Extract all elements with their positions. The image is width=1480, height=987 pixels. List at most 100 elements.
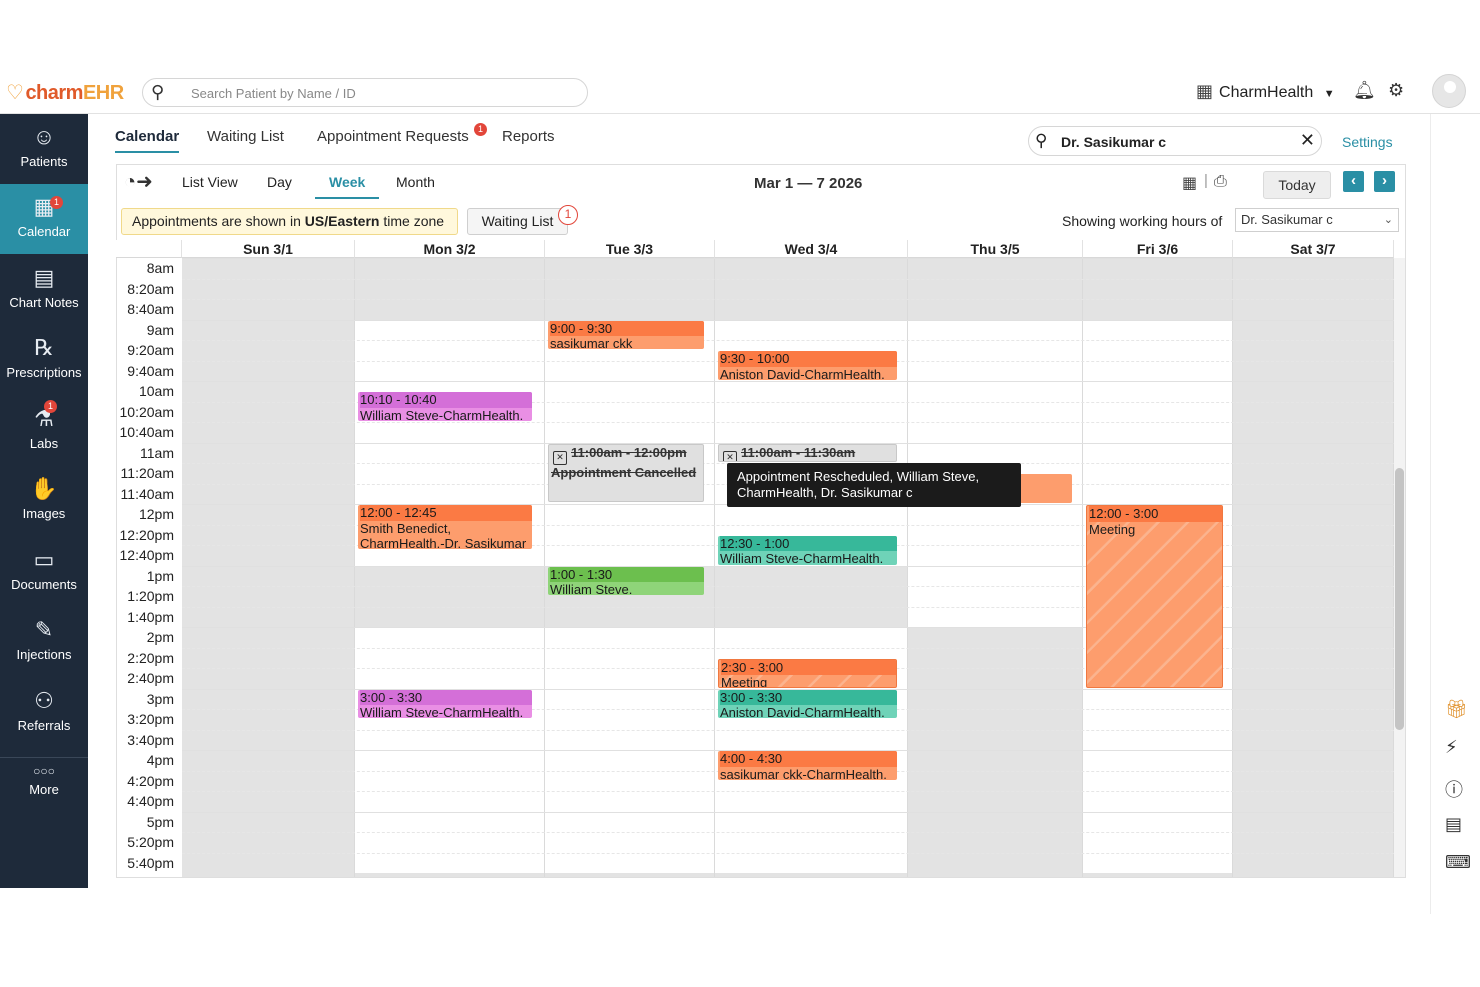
non-working-slot	[182, 524, 354, 546]
sidebar-item-patients[interactable]: ☺ Patients	[0, 114, 88, 184]
non-working-slot	[1233, 627, 1393, 648]
time-gridline	[182, 299, 1394, 300]
refresh-time-icon[interactable]: ◔➜	[124, 169, 153, 194]
org-switcher[interactable]: ▦ CharmHealth ▼	[1196, 81, 1335, 102]
gear-icon[interactable]: ⚙	[1388, 80, 1404, 101]
day-column[interactable]	[1233, 258, 1394, 877]
non-working-slot	[1233, 811, 1393, 833]
tab-week[interactable]: Week	[315, 174, 380, 199]
time-label: 10:40am	[119, 424, 174, 440]
tab-month[interactable]: Month	[396, 174, 435, 190]
keyboard-icon[interactable]: ⌨	[1445, 852, 1471, 873]
non-working-slot	[182, 873, 354, 877]
appointment-block[interactable]: 3:00 - 3:30 William Steve-CharmHealth.	[358, 689, 532, 719]
day-header[interactable]: Thu 3/5	[908, 240, 1083, 258]
tab-waiting-list[interactable]: Waiting List	[207, 128, 284, 145]
plug-icon[interactable]: ⚡	[1445, 737, 1458, 758]
help-icon[interactable]: ⓘ	[1445, 776, 1463, 802]
tab-list-view[interactable]: List View	[182, 174, 238, 190]
day-column[interactable]	[908, 258, 1083, 877]
tab-day[interactable]: Day	[267, 174, 292, 190]
more-icon: ○○○	[33, 764, 55, 778]
non-working-slot	[908, 770, 1082, 792]
non-working-slot	[908, 709, 1082, 730]
appointment-block[interactable]: ✕ 11:00am - 11:30am	[718, 443, 897, 462]
non-working-slot	[1233, 278, 1393, 300]
provider-search-input[interactable]: ⚲ Dr. Sasikumar c ✕	[1028, 126, 1322, 156]
appointment-block[interactable]: 1:00 - 1:30 William Steve.	[548, 566, 704, 596]
day-header[interactable]: Sat 3/7	[1233, 240, 1394, 258]
sidebar-item-referrals[interactable]: ⚇ Referrals	[0, 678, 88, 748]
day-column[interactable]	[355, 258, 545, 877]
appointment-requests-badge: 1	[474, 123, 487, 136]
appointment-block[interactable]: 12:30 - 1:00 William Steve-CharmHealth.	[718, 535, 897, 565]
building-icon: ▦	[1196, 81, 1214, 101]
day-header[interactable]: Fri 3/6	[1083, 240, 1233, 258]
waiting-list-button[interactable]: Waiting List	[467, 208, 568, 235]
appointment-block[interactable]: 12:00 - 3:00 Meeting	[1086, 505, 1223, 688]
charm-ehr-logo[interactable]: ♡ charmEHR	[6, 80, 124, 105]
appointment-block[interactable]: 3:00 - 3:30 Aniston David-CharmHealth.	[718, 689, 897, 719]
prev-week-button[interactable]: ‹	[1343, 171, 1364, 192]
sidebar-item-labs[interactable]: ⚗ 1 Labs	[0, 396, 88, 466]
time-gridline	[182, 852, 1394, 854]
grid-scroll-thumb[interactable]	[1395, 468, 1404, 730]
time-gridline	[182, 791, 1394, 792]
sidebar-item-calendar[interactable]: ▦ 1 Calendar	[0, 184, 88, 254]
week-grid: Sun 3/1 Mon 3/2 Tue 3/3 Wed 3/4 Thu 3/5 Fri 3…	[116, 240, 1394, 877]
non-working-slot	[1233, 299, 1393, 320]
non-working-slot	[182, 647, 354, 669]
time-label: 4pm	[146, 752, 174, 768]
bell-icon[interactable]: 🔔︎	[1353, 80, 1376, 101]
appointment-block[interactable]: ✕ 11:00am - 12:00pm Appointment Cancelled	[548, 443, 704, 502]
tab-calendar[interactable]: Calendar	[115, 128, 180, 153]
appointment-block[interactable]: 10:10 - 10:40 William Steve-CharmHealth.	[358, 392, 532, 421]
non-working-slot	[1233, 442, 1393, 464]
appointment-block[interactable]: 12:00 - 12:45 Smith Benedict, CharmHealth…	[358, 505, 532, 550]
settings-link[interactable]: Settings	[1342, 134, 1393, 150]
non-working-slot	[182, 565, 354, 587]
next-week-button[interactable]: ›	[1374, 171, 1395, 192]
day-header[interactable]: Wed 3/4	[715, 240, 908, 258]
time-gridline	[182, 832, 1394, 833]
appointment-block[interactable]: 4:00 - 4:30 sasikumar ckk-CharmHealth.	[718, 751, 897, 780]
close-icon[interactable]: ✕	[1300, 130, 1315, 151]
sidebar-item-documents[interactable]: ▭ Documents	[0, 537, 88, 607]
day-column[interactable]	[182, 258, 355, 877]
tab-appointment-requests[interactable]: Appointment Requests	[317, 128, 469, 145]
sidebar-item-chart-notes[interactable]: ▤ Chart Notes	[0, 255, 88, 325]
non-working-slot	[182, 422, 354, 443]
patient-search-placeholder: Search Patient by Name / ID	[191, 86, 356, 101]
sidebar-item-injections[interactable]: ✎ Injections	[0, 607, 88, 677]
calendar-picker-icon[interactable]: ▦	[1182, 173, 1197, 193]
print-icon[interactable]: ⎙	[1214, 173, 1227, 191]
day-header[interactable]: Sun 3/1	[182, 240, 355, 258]
today-button[interactable]: Today	[1263, 171, 1331, 199]
non-working-slot	[908, 627, 1082, 648]
day-header[interactable]: Tue 3/3	[545, 240, 715, 258]
non-working-slot	[715, 565, 907, 587]
tab-reports[interactable]: Reports	[502, 128, 555, 145]
appointment-text: William Steve-CharmHealth.	[720, 551, 884, 565]
appointment-block[interactable]: 9:00 - 9:30 sasikumar ckk	[548, 320, 704, 350]
non-working-slot	[715, 606, 907, 628]
layout-icon[interactable]: ▤	[1445, 814, 1462, 835]
non-working-slot	[908, 729, 1082, 751]
provider-select[interactable]: Dr. Sasikumar c ⌄	[1235, 208, 1399, 232]
sidebar-item-prescriptions[interactable]: ℞ Prescriptions	[0, 325, 88, 395]
non-working-slot	[908, 258, 1082, 279]
non-working-slot	[182, 770, 354, 792]
sidebar-item-more[interactable]: ○○○ More	[0, 758, 88, 828]
patient-search-input[interactable]: ⚲ Search Patient by Name / ID	[142, 78, 588, 107]
non-working-slot	[1233, 422, 1393, 443]
non-working-slot	[1233, 852, 1393, 874]
appointment-block[interactable]: 2:30 - 3:00 Meeting	[718, 658, 897, 688]
non-working-slot	[908, 647, 1082, 669]
non-working-slot	[355, 606, 544, 628]
appointment-block[interactable]: 9:30 - 10:00 Aniston David-CharmHealth.	[718, 351, 897, 380]
user-avatar[interactable]	[1432, 74, 1466, 108]
images-icon: ✋	[30, 476, 58, 501]
day-header[interactable]: Mon 3/2	[355, 240, 545, 258]
gift-icon[interactable]: 🎁︎	[1445, 699, 1468, 720]
sidebar-item-images[interactable]: ✋ Images	[0, 466, 88, 536]
